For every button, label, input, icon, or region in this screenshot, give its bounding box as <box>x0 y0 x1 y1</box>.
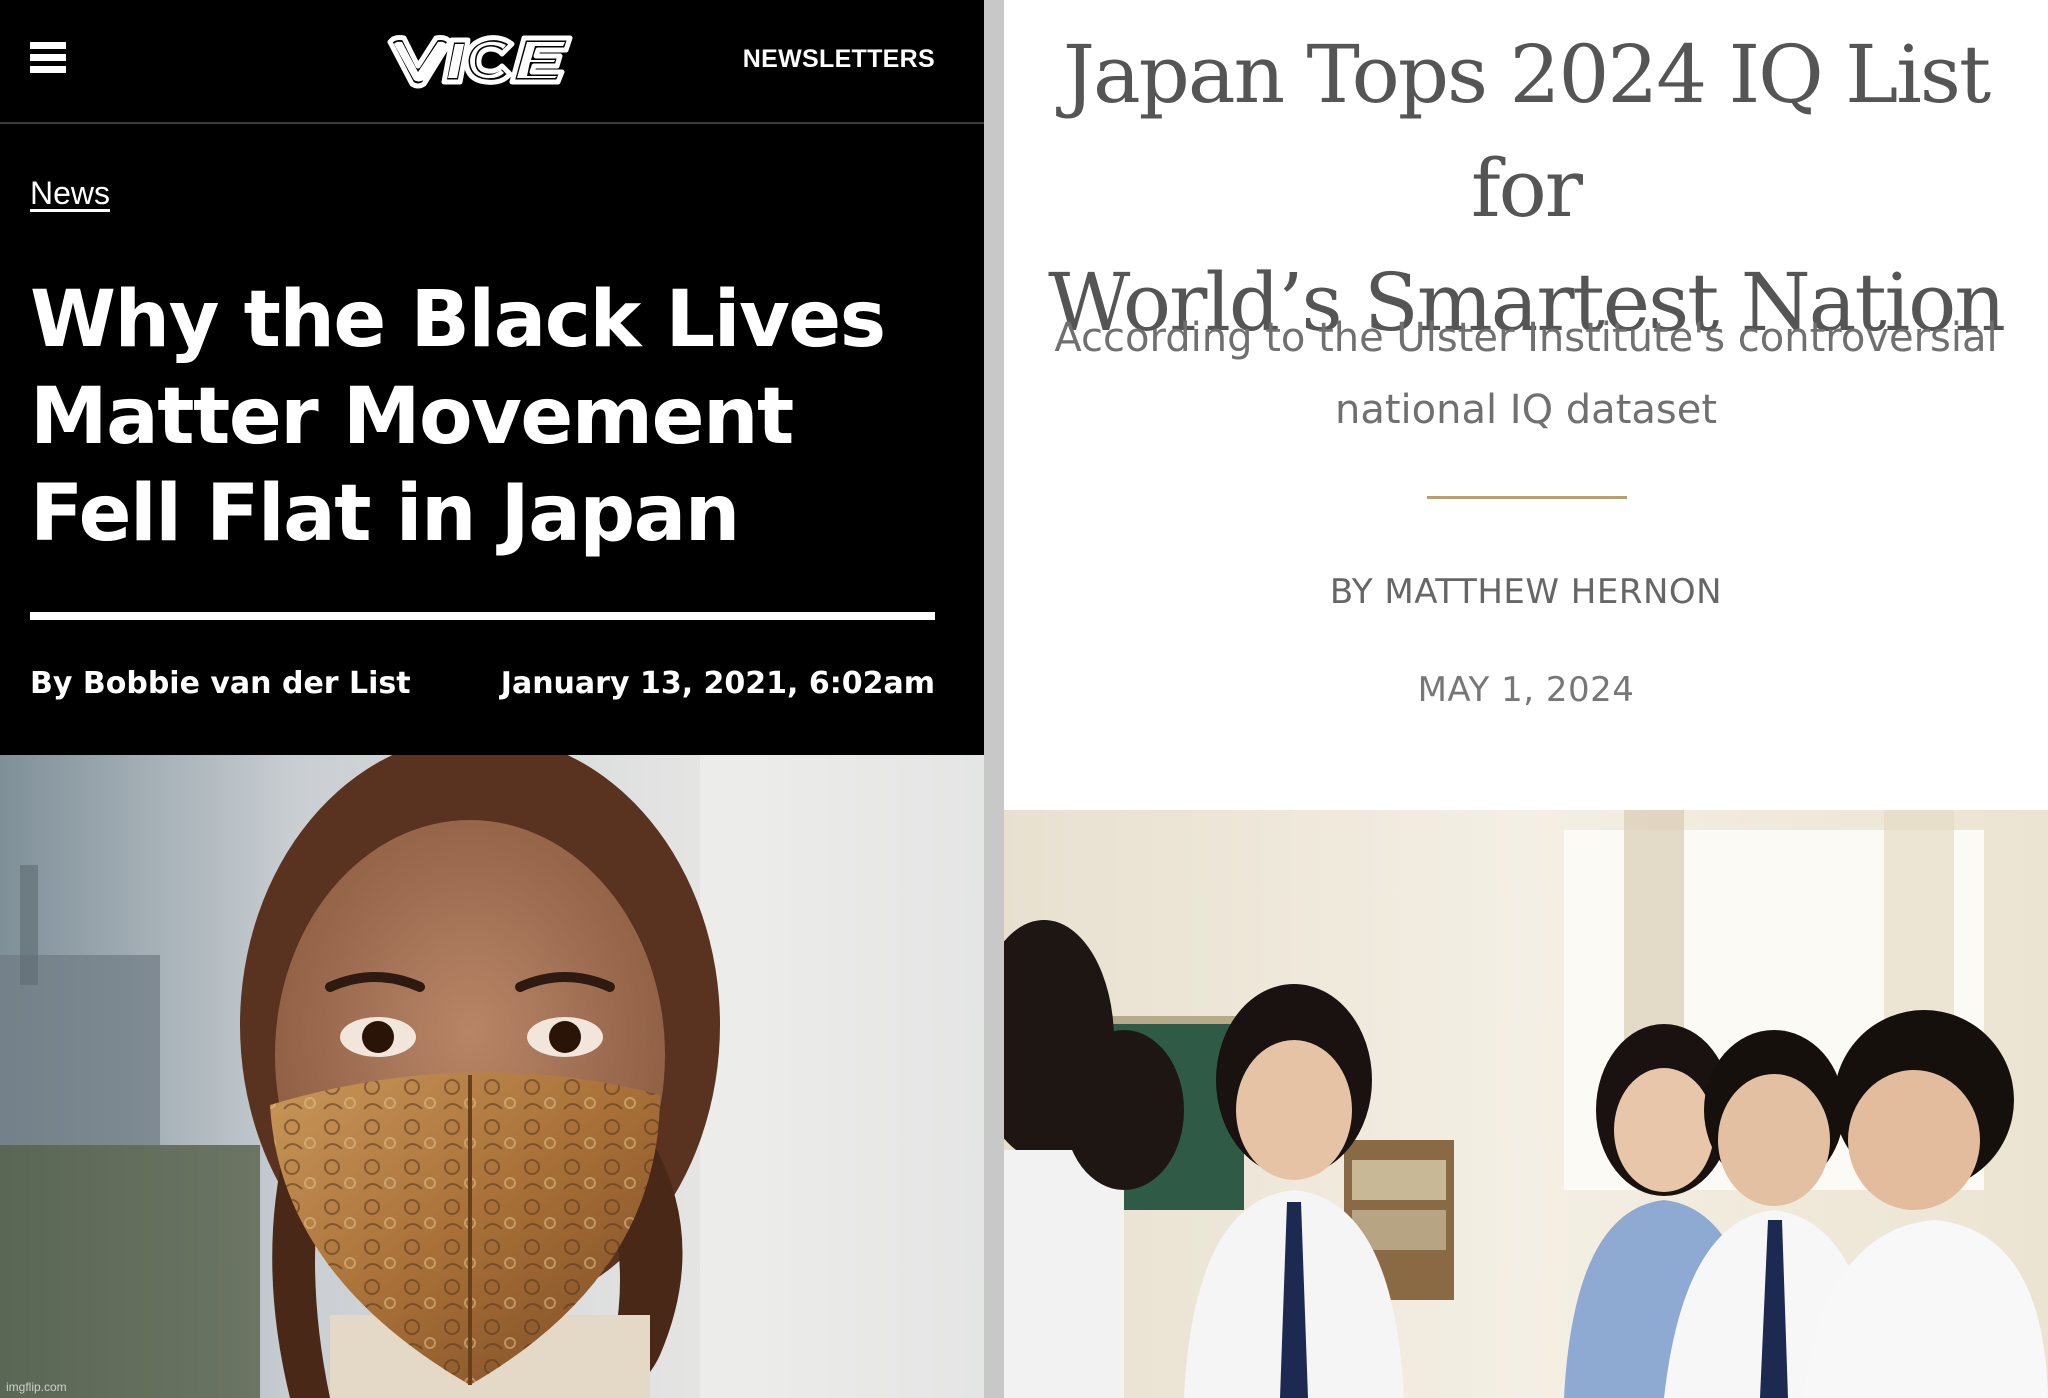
classroom-illustration <box>1004 810 2048 1398</box>
nav-divider <box>0 122 984 124</box>
newsletters-link[interactable]: NEWSLETTERS <box>743 45 935 74</box>
masked-woman-illustration <box>0 755 984 1398</box>
publish-date: MAY 1, 2024 <box>1417 670 1635 710</box>
article-subhead: According to the Ulster Institute's cont… <box>1004 302 2048 446</box>
publish-date: January 13, 2021, 6:02am <box>500 666 935 701</box>
category-link-news[interactable]: News <box>30 175 110 212</box>
headline-line-3: Fell Flat in Japan <box>30 469 740 559</box>
article-headline: Why the Black Lives Matter Movement Fell… <box>30 272 930 563</box>
hamburger-menu-icon[interactable] <box>30 42 66 74</box>
vice-article-header: NEWSLETTERS News Why the Black Lives Mat… <box>0 0 984 755</box>
vice-logo[interactable] <box>384 30 576 90</box>
accent-rule <box>1427 496 1627 499</box>
subhead-line-1: According to the Ulster Institute's cont… <box>1054 315 1998 361</box>
hero-photo-classroom-students <box>1004 810 2048 1398</box>
meme-canvas: NEWSLETTERS News Why the Black Lives Mat… <box>0 0 2048 1398</box>
headline-line-1: Why the Black Lives <box>30 275 886 365</box>
imgflip-watermark: imgflip.com <box>6 1380 67 1394</box>
vice-article-panel: NEWSLETTERS News Why the Black Lives Mat… <box>0 0 984 1398</box>
title-line-1: Japan Tops 2024 IQ List for <box>1062 28 1991 235</box>
subhead-line-2: national IQ dataset <box>1334 387 1718 433</box>
headline-line-2: Matter Movement <box>30 372 794 462</box>
author-byline[interactable]: By Bobbie van der List <box>30 666 411 701</box>
iq-article-panel: Japan Tops 2024 IQ List for World’s Smar… <box>1004 0 2048 1398</box>
author-byline[interactable]: BY MATTHEW HERNON <box>1004 572 2048 612</box>
headline-rule <box>30 612 935 620</box>
hero-photo-masked-woman: imgflip.com <box>0 755 984 1398</box>
